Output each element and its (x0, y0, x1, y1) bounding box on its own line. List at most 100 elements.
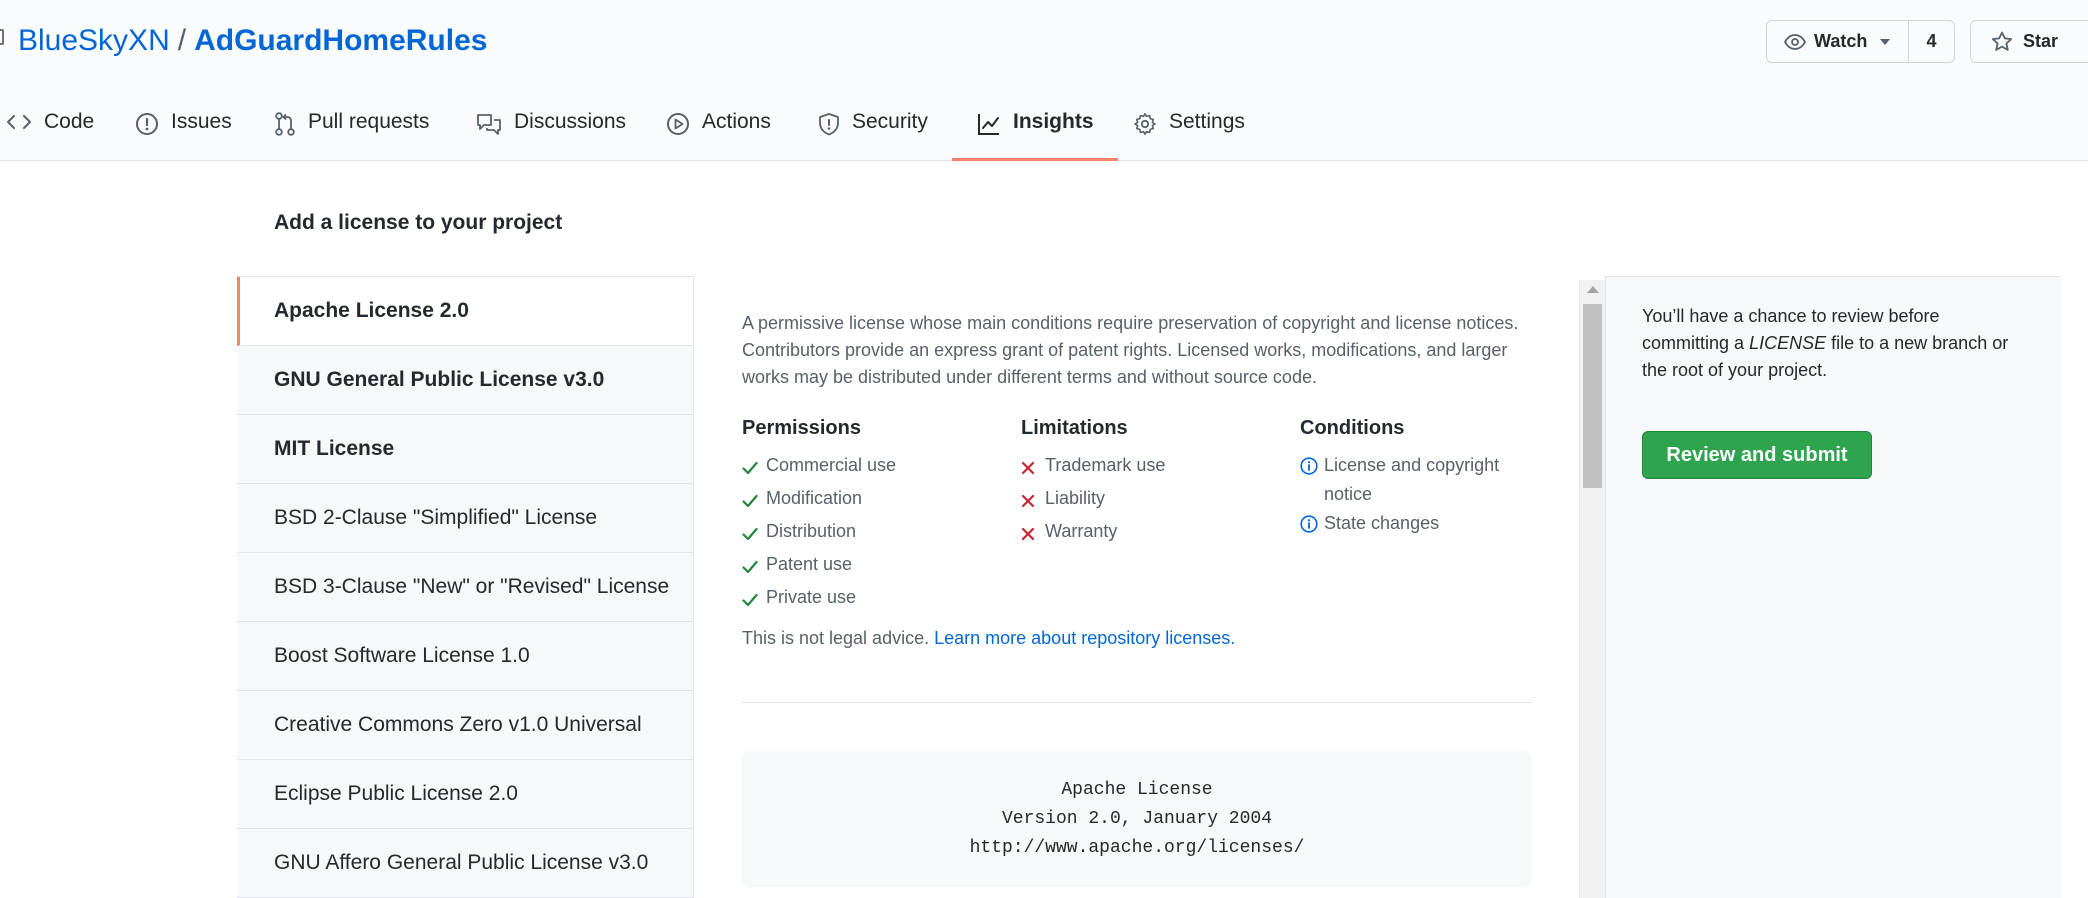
limitation-item: Warranty (1021, 517, 1281, 550)
tab-insights-label: Insights (1013, 110, 1094, 133)
repo-icon (0, 29, 4, 45)
submit-sidebar: You’ll have a chance to review before co… (1605, 276, 2061, 898)
tab-settings-label: Settings (1169, 110, 1245, 133)
info-icon (1300, 451, 1324, 484)
code-icon (7, 115, 31, 129)
license-filename: LICENSE (1749, 333, 1827, 353)
check-icon (742, 517, 766, 550)
condition-item: State changes (1300, 509, 1560, 542)
license-item-bsd-2[interactable]: BSD 2-Clause "Simplified" License (237, 484, 693, 553)
watch-count[interactable]: 4 (1908, 20, 1955, 63)
tab-code-label: Code (44, 110, 95, 133)
license-item-apache-2[interactable]: Apache License 2.0 (237, 277, 693, 346)
page-title: Add a license to your project (274, 211, 563, 234)
repo-owner-link[interactable]: BlueSkyXN (18, 24, 170, 57)
license-item-boost[interactable]: Boost Software License 1.0 (237, 622, 693, 691)
tab-discussions-label: Discussions (514, 110, 627, 133)
limitation-label: Warranty (1045, 521, 1118, 541)
conditions-heading: Conditions (1300, 417, 1405, 439)
permission-label: Distribution (766, 521, 857, 541)
license-item-agpl-3[interactable]: GNU Affero General Public License v3.0 (237, 829, 693, 898)
check-icon (742, 484, 766, 517)
issue-icon (136, 113, 158, 135)
permissions-column: Permissions Commercial use Modification … (742, 417, 1002, 616)
permission-label: Modification (766, 488, 863, 508)
check-icon (742, 583, 766, 616)
limitations-heading: Limitations (1021, 417, 1128, 439)
repo-title: BlueSkyXN / AdGuardHomeRules (18, 21, 487, 61)
pull-request-icon (275, 112, 295, 136)
tab-insights[interactable]: Insights (952, 100, 1117, 161)
tab-actions-label: Actions (702, 110, 771, 133)
discussion-icon (477, 114, 501, 135)
permission-item: Commercial use (742, 451, 1002, 484)
tab-actions[interactable]: Actions (666, 100, 771, 161)
permission-label: Patent use (766, 554, 853, 574)
star-button[interactable]: Star (1970, 20, 2088, 63)
x-icon (1021, 484, 1045, 517)
condition-label: License and copyright notice (1324, 455, 1500, 504)
license-text-line: Apache License (1061, 780, 1213, 800)
license-description: A permissive license whose main conditio… (742, 313, 1519, 387)
check-icon (742, 451, 766, 484)
section-divider (742, 702, 1532, 703)
scroll-up-arrow-icon[interactable] (1587, 286, 1599, 293)
details-scrollbar[interactable] (1579, 280, 1605, 898)
license-list: Apache License 2.0 GNU General Public Li… (237, 276, 694, 898)
limitation-label: Trademark use (1045, 455, 1166, 475)
permission-item: Modification (742, 484, 1002, 517)
license-item-cc0[interactable]: Creative Commons Zero v1.0 Universal (237, 691, 693, 760)
shield-icon (819, 113, 839, 136)
watch-label: Watch (1814, 31, 1868, 51)
scrollbar-thumb[interactable] (1583, 304, 1602, 488)
permission-item: Patent use (742, 550, 1002, 583)
disclaimer-text: This is not legal advice. (742, 628, 930, 648)
limitation-item: Trademark use (1021, 451, 1281, 484)
chevron-down-icon (1880, 38, 1891, 45)
repo-title-separator: / (177, 24, 187, 57)
watch-button[interactable]: Watch (1766, 20, 1909, 63)
license-text-line: Version 2.0, January 2004 (1001, 809, 1273, 829)
gear-icon (1134, 113, 1156, 135)
repo-name-link[interactable]: AdGuardHomeRules (194, 24, 487, 57)
star-icon (1991, 31, 2013, 51)
x-icon (1021, 451, 1045, 484)
permission-label: Private use (766, 587, 857, 607)
eye-icon (1784, 33, 1806, 50)
tab-security-label: Security (852, 110, 928, 133)
permissions-heading: Permissions (742, 417, 861, 439)
condition-label: State changes (1324, 513, 1440, 533)
play-icon (667, 113, 689, 135)
tab-pull-requests[interactable]: Pull requests (274, 100, 429, 161)
x-icon (1021, 517, 1045, 550)
limitation-item: Liability (1021, 484, 1281, 517)
tab-security[interactable]: Security (818, 100, 928, 161)
tab-code[interactable]: Code (6, 100, 94, 161)
license-text-line: http://www.apache.org/licenses/ (969, 838, 1305, 858)
conditions-column: Conditions License and copyright notice … (1300, 417, 1560, 542)
review-note: You’ll have a chance to review before co… (1642, 303, 2022, 384)
star-label: Star (2023, 31, 2059, 51)
check-icon (742, 550, 766, 583)
condition-item: License and copyright notice (1300, 451, 1560, 509)
tab-issues[interactable]: Issues (135, 100, 232, 161)
review-and-submit-button[interactable]: Review and submit (1642, 431, 1872, 479)
license-text-preview: Apache License Version 2.0, January 2004 h… (742, 751, 1532, 887)
tab-issues-label: Issues (171, 110, 232, 133)
license-item-gpl-3[interactable]: GNU General Public License v3.0 (237, 346, 693, 415)
tab-pull-requests-label: Pull requests (308, 110, 430, 133)
info-icon (1300, 509, 1324, 542)
learn-more-link[interactable]: Learn more about repository licenses. (934, 628, 1235, 648)
tab-discussions[interactable]: Discussions (476, 100, 626, 161)
permission-item: Private use (742, 583, 1002, 616)
repo-header: BlueSkyXN / AdGuardHomeRules Watch 4 Star … (0, 0, 2088, 161)
license-item-mit[interactable]: MIT License (237, 415, 693, 484)
license-details: A permissive license whose main conditio… (742, 310, 1532, 648)
legal-disclaimer: This is not legal advice. Learn more abo… (742, 628, 1235, 649)
tab-settings[interactable]: Settings (1133, 100, 1245, 161)
permission-label: Commercial use (766, 455, 897, 475)
license-item-epl-2[interactable]: Eclipse Public License 2.0 (237, 760, 693, 829)
license-item-bsd-3[interactable]: BSD 3-Clause "New" or "Revised" License (237, 553, 693, 622)
graph-icon (978, 114, 999, 135)
limitations-column: Limitations Trademark use Liability Warr… (1021, 417, 1281, 550)
